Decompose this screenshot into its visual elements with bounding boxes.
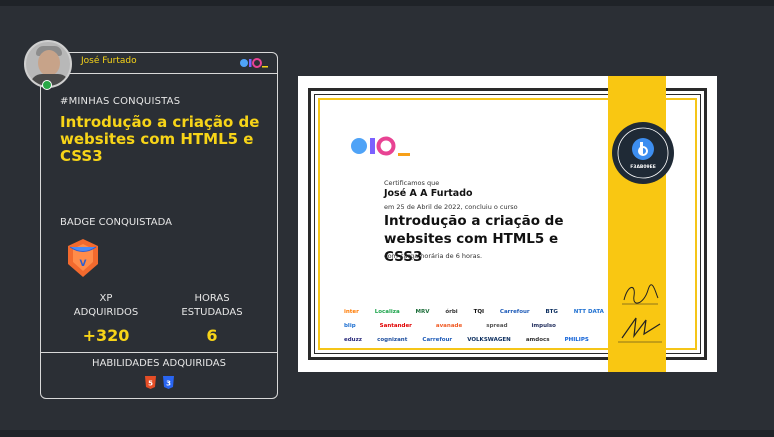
partner-logo: Carrefour — [422, 337, 453, 343]
certificate-intro: Certificamos que — [384, 179, 440, 187]
certificate-seal-icon: F3AB09EE — [612, 122, 674, 184]
section-tag: #MINHAS CONQUISTAS — [60, 96, 181, 107]
certificate-hours: com carga horária de 6 horas. — [384, 252, 483, 260]
partner-logo: MRV — [415, 309, 430, 315]
xp-label: XP ADQUIRIDOS — [73, 293, 139, 318]
svg-text:3: 3 — [166, 380, 171, 388]
course-title: Introdução a criação de websites com HTM… — [60, 113, 260, 165]
html5-icon[interactable]: 5 — [145, 376, 156, 389]
partner-logo: NTT DATA — [573, 309, 604, 315]
partner-logo: Localiza — [374, 309, 400, 315]
certificate-image[interactable]: F3AB09EE Certificamos que José A A Furta… — [298, 76, 717, 372]
partner-logos: inter Localiza MRV órbi TQI Carrefour BT… — [344, 305, 604, 347]
signature-icon — [618, 317, 662, 343]
partner-logo: Carrefour — [499, 309, 530, 315]
hours-value: 6 — [206, 326, 218, 345]
partner-logo: impulso — [531, 323, 556, 329]
svg-text:V: V — [80, 259, 87, 269]
partner-logo: inter — [344, 309, 359, 315]
css3-icon[interactable]: 3 — [163, 376, 174, 389]
partner-row: blip Santander avanade spread impulso — [344, 319, 604, 333]
svg-text:F3AB09EE: F3AB09EE — [630, 164, 656, 170]
svg-text:5: 5 — [148, 380, 153, 388]
partner-row: inter Localiza MRV órbi TQI Carrefour BT… — [344, 305, 604, 319]
badge-label: BADGE CONQUISTADA — [60, 217, 173, 228]
partner-row: eduzz cognizant Carrefour VOLKSWAGEN amd… — [344, 333, 604, 347]
bottom-bar — [0, 430, 774, 437]
xp-value: +320 — [82, 326, 130, 345]
partner-logo: avanade — [435, 323, 463, 329]
partner-logo: órbi — [445, 309, 458, 315]
online-status-icon — [42, 80, 52, 90]
dio-logo-icon — [351, 136, 410, 156]
partner-logo: cognizant — [377, 337, 408, 343]
partner-logo: eduzz — [344, 337, 362, 343]
course-badge-icon[interactable]: V — [66, 238, 100, 278]
partner-logo: VOLKSWAGEN — [467, 337, 511, 343]
partner-logo: PHILIPS — [564, 337, 589, 343]
dio-logo-icon — [240, 58, 268, 68]
signature-icon — [622, 284, 659, 305]
partner-logo: Santander — [379, 323, 412, 329]
certificate-student: José A A Furtado — [384, 188, 473, 199]
divider — [41, 352, 277, 353]
profile-name[interactable]: José Furtado — [81, 56, 137, 66]
partner-logo: TQI — [473, 309, 485, 315]
partner-logo: BTG — [545, 309, 558, 315]
certificate-date: em 25 de Abril de 2022, concluiu o curso — [384, 203, 518, 211]
partner-logo: blip — [344, 323, 356, 329]
hours-label: HORAS ESTUDADAS — [181, 293, 243, 318]
partner-logo: spread — [486, 323, 508, 329]
skills-label: HABILIDADES ADQUIRIDAS — [92, 358, 226, 369]
top-bar — [0, 0, 774, 6]
partner-logo: amdocs — [525, 337, 550, 343]
